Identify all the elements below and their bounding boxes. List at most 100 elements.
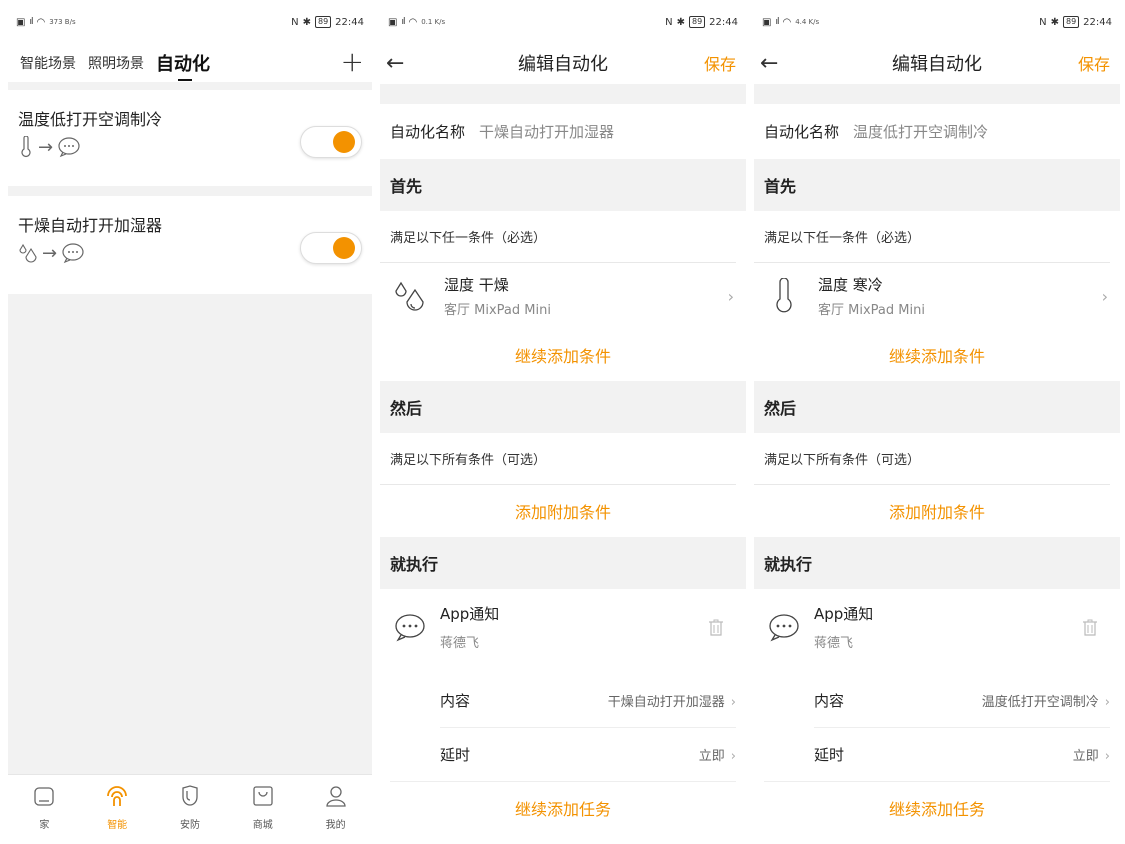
automation-name-field[interactable]: 自动化名称 温度低打开空调制冷 (754, 104, 1120, 159)
nav-label: 智能 (107, 820, 128, 831)
required-conditions-hint: 满足以下任一条件（必选） (380, 211, 736, 263)
add-task-button[interactable]: 继续添加任务 (390, 781, 736, 833)
clock: 22:44 (1083, 16, 1112, 28)
message-icon (769, 614, 799, 642)
profile-icon (325, 786, 346, 807)
signal-icon: ıl (29, 17, 33, 27)
bottom-navigation: 家 智能 安防 商城 我的 (8, 774, 372, 844)
toggle-knob (333, 131, 355, 153)
delay-value: 立即 (1072, 749, 1099, 764)
save-button[interactable]: 保存 (1078, 51, 1110, 75)
section-first: 首先 (754, 159, 1120, 211)
name-label: 自动化名称 (764, 123, 840, 141)
nfc-icon: N (1039, 16, 1047, 28)
thermometer-icon (21, 136, 31, 157)
nav-label: 安防 (179, 820, 200, 831)
automation-card[interactable]: 温度低打开空调制冷 → (8, 90, 372, 186)
trash-icon[interactable] (1082, 619, 1098, 637)
nav-security[interactable]: 安防 (160, 784, 220, 831)
task-delay-row[interactable]: 延时 立即 › (440, 727, 736, 781)
back-arrow-icon[interactable]: ← (386, 51, 416, 76)
save-button[interactable]: 保存 (704, 51, 736, 75)
clock: 22:44 (335, 16, 364, 28)
humidity-icon (19, 243, 37, 263)
task-delay-row[interactable]: 延时 立即 › (814, 727, 1110, 781)
add-condition-button[interactable]: 继续添加条件 (754, 329, 1120, 381)
name-value: 干燥自动打开加湿器 (479, 123, 615, 141)
automation-list-screen: ▣ ıl ◠ 373 B/s N ✱ 89 22:44 智能场景 照明场景 自动化 + 温度… (8, 0, 372, 844)
divider (380, 84, 746, 104)
task-item[interactable]: App通知 蒋德飞 (754, 589, 1120, 673)
delay-label: 延时 (814, 746, 845, 764)
content-value: 温度低打开空调制冷 (981, 694, 1099, 710)
condition-title: 湿度 干燥 (444, 276, 509, 294)
clock: 22:44 (709, 16, 738, 28)
condition-device: 客厅 MixPad Mini (818, 303, 925, 318)
status-bar: ▣ ıl ◠ 373 B/s N ✱ 89 22:44 (8, 0, 372, 44)
tab-smart-scene[interactable]: 智能场景 (20, 53, 76, 73)
divider (754, 84, 1120, 104)
scene-tabs: 智能场景 照明场景 自动化 + (8, 44, 372, 82)
sim-icon: ▣ (16, 16, 26, 28)
back-arrow-icon[interactable]: ← (760, 51, 790, 76)
section-then: 然后 (754, 381, 1120, 433)
arrow-right-icon: → (42, 242, 58, 264)
add-task-button[interactable]: 继续添加任务 (764, 781, 1110, 833)
automation-card[interactable]: 干燥自动打开加湿器 → (8, 196, 372, 294)
nav-smart[interactable]: 智能 (87, 784, 147, 831)
bluetooth-icon: ✱ (302, 16, 311, 28)
add-extra-condition-button[interactable]: 添加附加条件 (380, 485, 746, 537)
add-extra-condition-button[interactable]: 添加附加条件 (754, 485, 1120, 537)
automation-toggle[interactable] (300, 126, 362, 158)
nfc-icon: N (291, 16, 299, 28)
section-then: 然后 (380, 381, 746, 433)
content-label: 内容 (814, 691, 845, 710)
sim-icon: ▣ (388, 16, 398, 28)
home-icon (34, 787, 55, 806)
nav-label: 家 (39, 820, 50, 831)
humidity-icon (395, 281, 424, 311)
edit-automation-screen: ▣ ıl ◠ 4.4 K/s N ✱ 89 22:44 ← 编辑自动化 保存 自动化名称 温… (754, 0, 1120, 844)
task-item[interactable]: App通知 蒋德飞 (380, 589, 746, 673)
bluetooth-icon: ✱ (1050, 16, 1059, 28)
wifi-icon: ◠ (36, 16, 46, 28)
automation-toggle[interactable] (300, 232, 362, 264)
condition-item[interactable]: 温度 寒冷 客厅 MixPad Mini › (754, 263, 1120, 329)
smart-icon (107, 786, 128, 806)
battery-icon: 89 (1062, 16, 1080, 28)
bluetooth-icon: ✱ (676, 16, 685, 28)
task-content-row[interactable]: 内容 干燥自动打开加湿器 › (440, 673, 736, 727)
edit-automation-screen: ▣ ıl ◠ 0.1 K/s N ✱ 89 22:44 ← 编辑自动化 保存 自动化名称 干… (380, 0, 746, 844)
signal-icon: ıl (401, 17, 405, 27)
delay-value: 立即 (698, 749, 725, 764)
add-automation-button[interactable]: + (341, 47, 364, 77)
network-speed: 373 B/s (49, 17, 76, 26)
nav-profile[interactable]: 我的 (306, 784, 366, 831)
trash-icon[interactable] (708, 619, 724, 637)
name-label: 自动化名称 (390, 123, 466, 141)
chevron-right-icon: › (730, 694, 736, 710)
condition-item[interactable]: 湿度 干燥 客厅 MixPad Mini › (380, 263, 746, 329)
shop-icon (253, 786, 273, 806)
nav-home[interactable]: 家 (14, 784, 74, 831)
add-condition-button[interactable]: 继续添加条件 (380, 329, 746, 381)
edit-header: ← 编辑自动化 保存 (754, 44, 1120, 82)
nav-label: 商城 (252, 820, 273, 831)
message-icon (62, 243, 84, 264)
task-content-row[interactable]: 内容 温度低打开空调制冷 › (814, 673, 1110, 727)
automation-name-field[interactable]: 自动化名称 干燥自动打开加湿器 (380, 104, 746, 159)
chevron-right-icon: › (1104, 749, 1110, 764)
message-icon (58, 137, 80, 158)
tab-lighting-scene[interactable]: 照明场景 (88, 53, 144, 73)
wifi-icon: ◠ (782, 16, 792, 28)
status-bar: ▣ ıl ◠ 0.1 K/s N ✱ 89 22:44 (380, 0, 746, 44)
nav-shop[interactable]: 商城 (233, 784, 293, 831)
tab-automation[interactable]: 自动化 (156, 50, 210, 81)
task-user: 蒋德飞 (440, 636, 480, 651)
content-value: 干燥自动打开加湿器 (607, 694, 725, 710)
condition-title: 温度 寒冷 (818, 276, 883, 294)
name-value: 温度低打开空调制冷 (853, 123, 989, 141)
toggle-knob (333, 237, 355, 259)
chevron-right-icon: › (1101, 286, 1108, 306)
section-do: 就执行 (754, 537, 1120, 589)
